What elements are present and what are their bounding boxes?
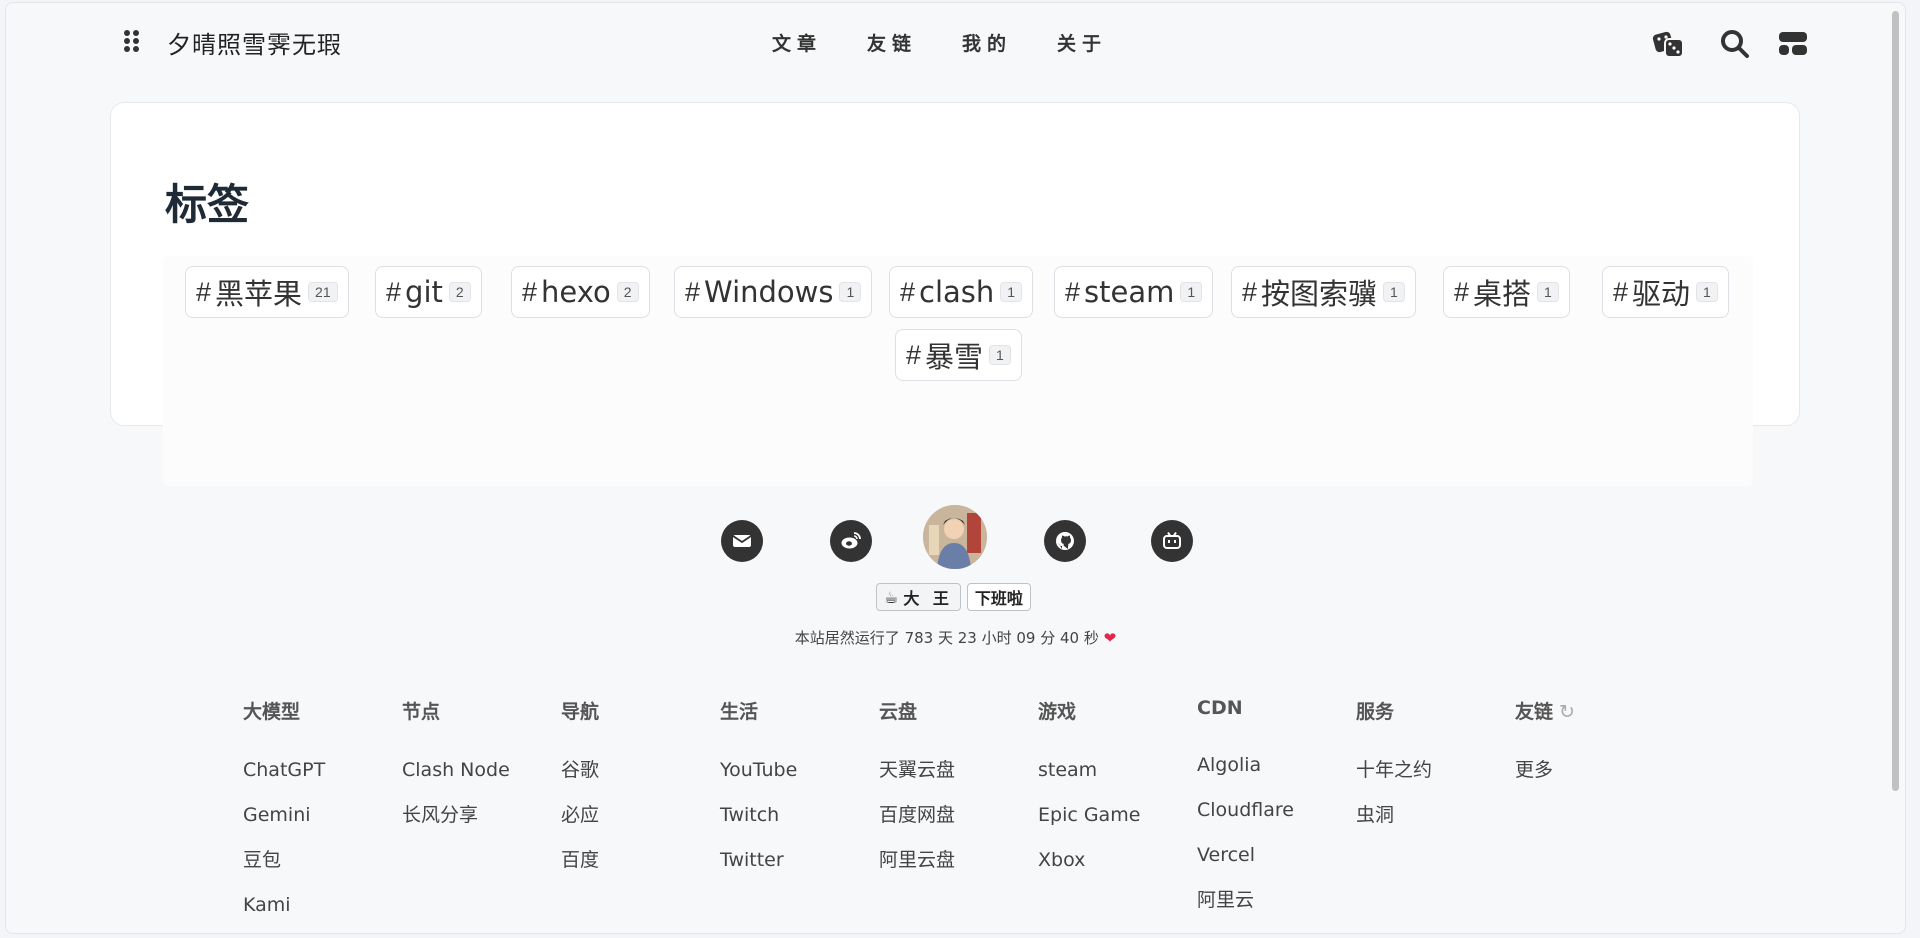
- nav-about[interactable]: 关于: [1057, 29, 1107, 56]
- footer-column: 导航 谷歌 必应 百度: [561, 697, 711, 893]
- footer-column: CDN Algolia Cloudflare Vercel 阿里云: [1197, 697, 1347, 933]
- top-header: 夕晴照雪霁无瑕 文章 友链 我的 关于: [6, 3, 1905, 79]
- footer-link[interactable]: Vercel: [1197, 843, 1347, 867]
- status-badge: 下班啦: [966, 583, 1031, 611]
- dice-icon[interactable]: [1652, 27, 1686, 61]
- tag-cloud: # 黑苹果 21 # git 2 # hexo 2 # Windows 1 # clash 1 # s…: [163, 256, 1753, 486]
- avatar[interactable]: [923, 505, 987, 569]
- footer-link[interactable]: Algolia: [1197, 753, 1347, 777]
- footer-link[interactable]: 必应: [561, 803, 711, 827]
- footer-link[interactable]: 阿里云: [1197, 888, 1347, 912]
- layout-toggle-icon[interactable]: [1776, 27, 1810, 61]
- nav-friends[interactable]: 友链: [867, 29, 917, 56]
- scrollbar-thumb[interactable]: [1892, 11, 1899, 791]
- footer-link[interactable]: ChatGPT: [243, 758, 393, 782]
- footer-column: 服务 十年之约 虫洞: [1356, 697, 1506, 848]
- search-icon[interactable]: [1718, 27, 1752, 61]
- tag-item[interactable]: # 按图索骥 1: [1231, 266, 1416, 318]
- tag-item[interactable]: # Windows 1: [674, 266, 873, 318]
- email-icon[interactable]: [721, 520, 763, 562]
- footer-link[interactable]: steam: [1038, 758, 1188, 782]
- refresh-icon[interactable]: ↻: [1559, 701, 1575, 723]
- footer-link[interactable]: 阿里云盘: [879, 848, 1029, 872]
- footer-link[interactable]: Clash Node: [402, 758, 552, 782]
- column-title: 服务: [1356, 701, 1395, 723]
- column-title: 友链 ↻: [1515, 701, 1575, 723]
- footer-link[interactable]: Epic Game: [1038, 803, 1188, 827]
- tag-count: 1: [989, 345, 1011, 365]
- footer-column: 大模型 ChatGPT Gemini 豆包 Kami: [243, 697, 393, 933]
- footer-column: 友链 ↻ 更多: [1515, 697, 1665, 803]
- footer-link[interactable]: Kami: [243, 893, 393, 917]
- tag-item[interactable]: # hexo 2: [511, 266, 650, 318]
- footer-link[interactable]: 十年之约: [1356, 758, 1506, 782]
- footer-link[interactable]: 豆包: [243, 848, 393, 872]
- tag-count: 1: [1696, 282, 1718, 302]
- weibo-icon[interactable]: [830, 520, 872, 562]
- tag-item[interactable]: # steam 1: [1054, 266, 1214, 318]
- tag-item[interactable]: # git 2: [375, 266, 482, 318]
- footer-link[interactable]: Gemini: [243, 803, 393, 827]
- tag-item[interactable]: # 桌搭 1: [1443, 266, 1570, 318]
- nav-articles[interactable]: 文章: [772, 29, 822, 56]
- column-title: 导航: [561, 701, 600, 723]
- runtime-counter: 本站居然运行了 783 天 23 小时 09 分 40 秒 ❤: [794, 629, 1117, 647]
- footer-link[interactable]: YouTube: [720, 758, 870, 782]
- tags-card: 标签 # 黑苹果 21 # git 2 # hexo 2 # Windows 1 # clash 1…: [110, 102, 1800, 486]
- column-title: 大模型: [243, 701, 301, 723]
- footer-link[interactable]: Twitch: [720, 803, 870, 827]
- owner-badge: ☕ 大 王: [876, 583, 961, 611]
- bilibili-icon[interactable]: [1151, 520, 1193, 562]
- footer-column: 节点 Clash Node 长风分享: [402, 697, 552, 848]
- column-title: 游戏: [1038, 701, 1077, 723]
- footer-column: 游戏 steam Epic Game Xbox: [1038, 697, 1188, 893]
- page-title: 标签: [165, 180, 250, 229]
- tag-item[interactable]: # 暴雪 1: [895, 329, 1022, 381]
- site-title[interactable]: 夕晴照雪霁无瑕: [167, 25, 342, 60]
- column-title: 云盘: [879, 701, 918, 723]
- footer-link[interactable]: 百度: [561, 848, 711, 872]
- tag-item[interactable]: # 黑苹果 21: [185, 266, 349, 318]
- footer-link[interactable]: Twitter: [720, 848, 870, 872]
- tag-count: 2: [448, 282, 471, 302]
- tag-item[interactable]: # 驱动 1: [1602, 266, 1729, 318]
- tag-count: 21: [308, 282, 338, 302]
- footer-link[interactable]: 长风分享: [402, 803, 552, 827]
- nav-mine[interactable]: 我的: [962, 29, 1012, 56]
- tag-item[interactable]: # clash 1: [889, 266, 1034, 318]
- footer-column: 云盘 天翼云盘 百度网盘 阿里云盘: [879, 697, 1029, 893]
- column-title: CDN: [1197, 697, 1243, 719]
- column-title: 生活: [720, 701, 759, 723]
- tag-count: 1: [1383, 282, 1405, 302]
- footer-link[interactable]: 虫洞: [1356, 803, 1506, 827]
- tag-count: 1: [839, 282, 862, 302]
- footer-link[interactable]: Cloudflare: [1197, 798, 1347, 822]
- footer-link[interactable]: 天翼云盘: [879, 758, 1029, 782]
- tag-count: 1: [1180, 282, 1203, 302]
- github-icon[interactable]: [1044, 520, 1086, 562]
- footer-link[interactable]: 谷歌: [561, 758, 711, 782]
- tag-count: 2: [616, 282, 639, 302]
- heartbeat-icon: ❤: [1103, 629, 1117, 647]
- footer-link[interactable]: 百度网盘: [879, 803, 1029, 827]
- footer-link[interactable]: Xbox: [1038, 848, 1188, 872]
- grid-menu-icon[interactable]: [123, 29, 147, 55]
- page: 夕晴照雪霁无瑕 文章 友链 我的 关于 标签 # 黑苹果 21 # git 2 …: [5, 2, 1906, 934]
- footer-column: 生活 YouTube Twitch Twitter: [720, 697, 870, 893]
- column-title: 节点: [402, 701, 441, 723]
- main-nav: 文章 友链 我的 关于: [772, 29, 1152, 56]
- footer-link[interactable]: 更多: [1515, 758, 1665, 782]
- status-badges: ☕ 大 王 下班啦: [876, 583, 1031, 611]
- teacup-icon: ☕: [884, 587, 899, 607]
- tag-count: 1: [1000, 282, 1023, 302]
- tag-count: 1: [1537, 282, 1559, 302]
